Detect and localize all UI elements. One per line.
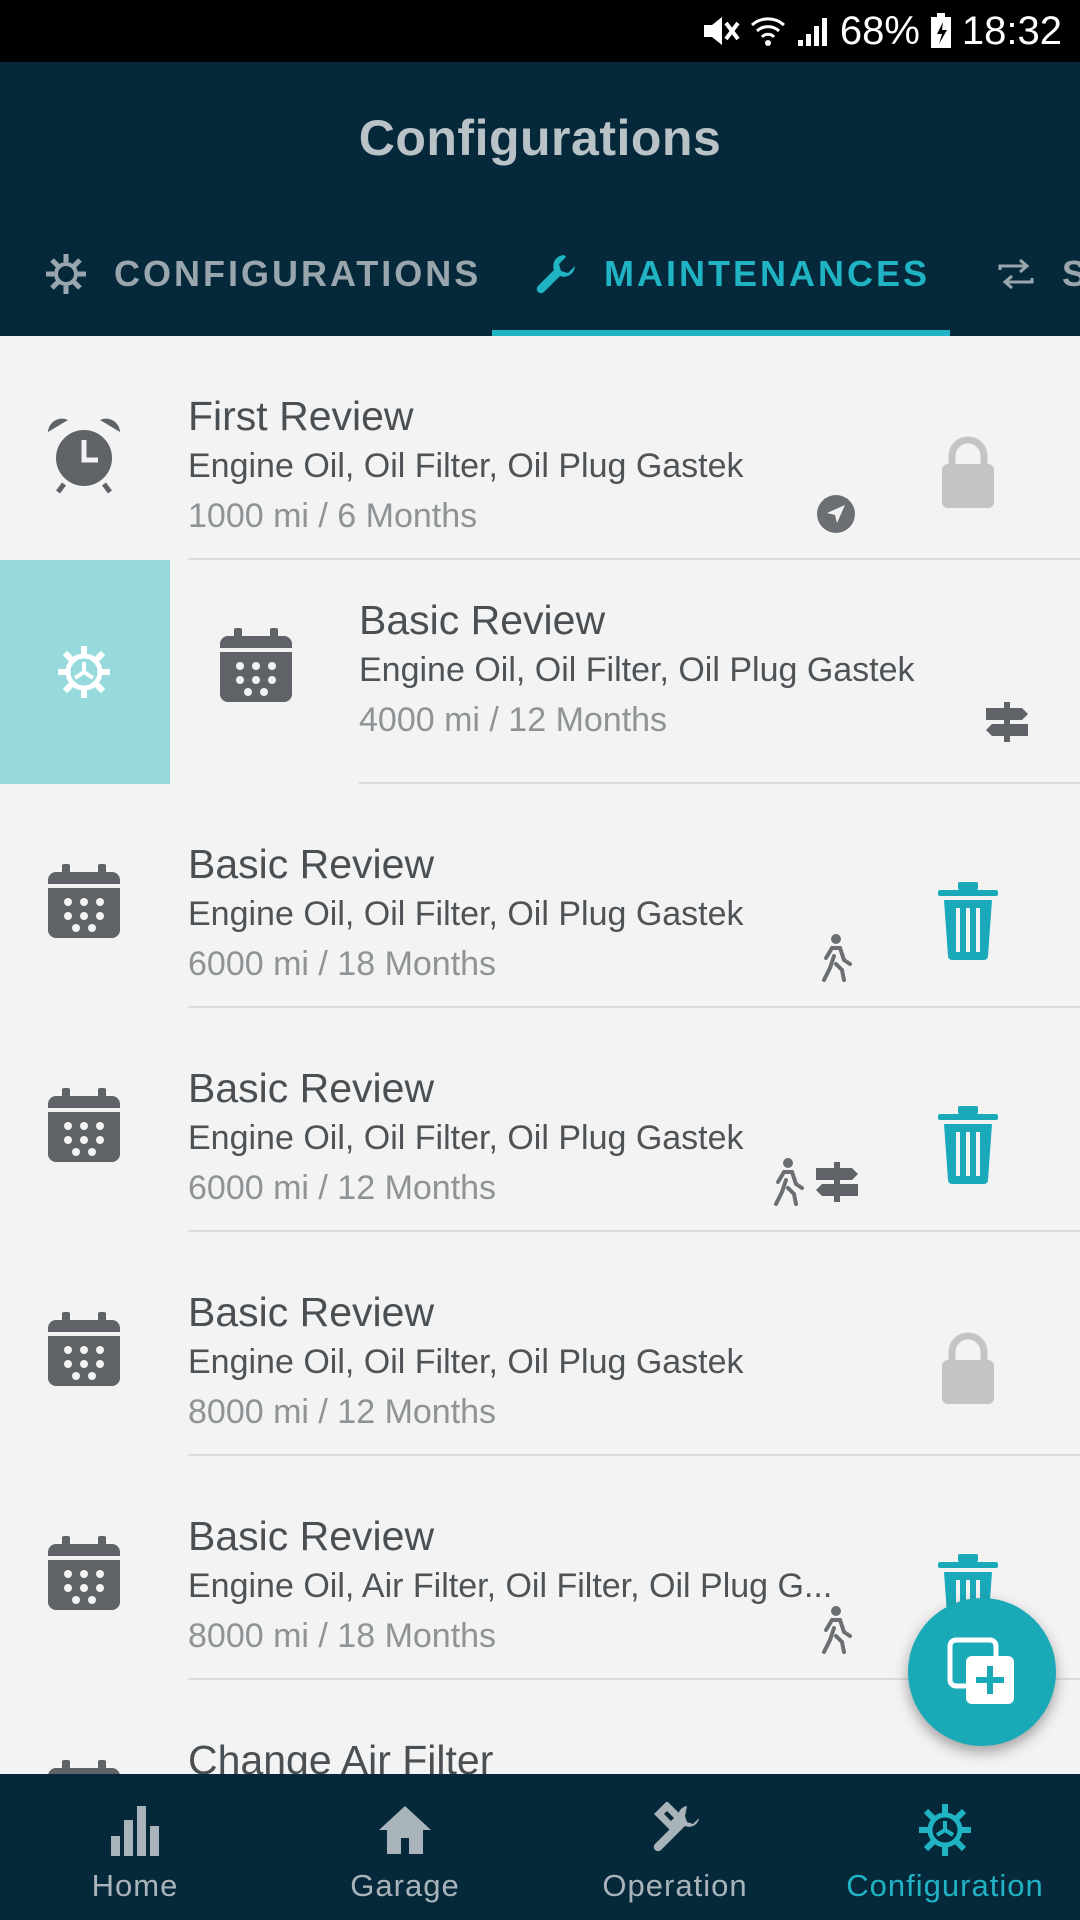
calendar-icon [48, 1760, 120, 1774]
swiped-row-content: Basic Review Engine Oil, Oil Filter, Oil… [170, 560, 1080, 784]
tab-label: S [1062, 253, 1080, 294]
calendar-icon [48, 1536, 120, 1610]
item-interval: 1000 mi / 6 Months [188, 497, 478, 535]
tab-label: MAINTENANCES [604, 253, 931, 294]
tab-partial[interactable]: S [996, 212, 1080, 336]
calendar-icon [48, 1088, 120, 1162]
nav-configuration[interactable]: Configuration [810, 1774, 1080, 1920]
tab-label: CONFIGURATIONS [114, 253, 482, 294]
navigation-icon [817, 495, 855, 533]
page-title: Configurations [358, 110, 722, 166]
battery-percent: 68% [839, 8, 920, 53]
item-parts: Engine Oil, Oil Filter, Oil Plug Gastek [188, 447, 744, 485]
signal-icon [797, 18, 827, 46]
item-title: Basic Review [188, 1065, 435, 1111]
item-parts: Engine Oil, Air Filter, Oil Filter, Oil … [188, 1567, 833, 1605]
tools-icon [653, 1802, 699, 1852]
gear-icon [919, 1804, 971, 1856]
item-interval: 4000 mi / 12 Months [359, 701, 668, 739]
app-bar: Configurations CONFIGURATIONS MAINTENANC… [0, 62, 1080, 336]
lock-icon [942, 436, 994, 508]
item-title: Basic Review [188, 1289, 435, 1335]
add-maintenance-button[interactable] [908, 1598, 1056, 1746]
gear-icon [58, 646, 110, 698]
nav-label: Garage [350, 1868, 460, 1903]
wifi-icon [750, 17, 785, 46]
calendar-icon [48, 1312, 120, 1386]
walking-icon [822, 934, 852, 982]
nav-home[interactable]: Home [0, 1774, 270, 1920]
item-badges [816, 494, 856, 534]
tab-configurations[interactable]: CONFIGURATIONS [44, 212, 481, 336]
list-item-swiped[interactable]: Basic Review Engine Oil, Oil Filter, Oil… [0, 560, 1080, 784]
lock-icon [942, 1332, 994, 1404]
list-item[interactable]: Basic Review Engine Oil, Oil Filter, Oil… [0, 784, 1080, 1008]
item-title: Basic Review [188, 1513, 435, 1559]
list-item[interactable]: Basic Review Engine Oil, Oil Filter, Oil… [0, 1232, 1080, 1456]
status-bar: 68% 18:32 [0, 0, 1080, 62]
list-item[interactable]: First Review Engine Oil, Oil Filter, Oil… [0, 336, 1080, 560]
item-title: Basic Review [359, 597, 606, 643]
item-parts: Engine Oil, Oil Filter, Oil Plug Gastek [188, 1343, 744, 1381]
trash-icon[interactable] [936, 1106, 1000, 1184]
nav-label: Home [91, 1868, 179, 1903]
item-interval: 8000 mi / 18 Months [188, 1617, 497, 1655]
tab-maintenances[interactable]: MAINTENANCES [534, 212, 930, 336]
maintenance-list: First Review Engine Oil, Oil Filter, Oil… [0, 336, 1080, 1774]
item-badges [818, 934, 852, 982]
item-title: First Review [188, 393, 414, 439]
calendar-icon [220, 628, 292, 702]
calendar-icon [48, 864, 120, 938]
alarm-clock-icon [48, 418, 120, 494]
repeat-icon [998, 258, 1034, 290]
battery-icon [930, 13, 951, 48]
nav-label: Operation [602, 1868, 748, 1903]
nav-label: Configuration [846, 1868, 1044, 1903]
signpost-icon [816, 1162, 858, 1202]
trash-icon[interactable] [936, 882, 1000, 960]
item-parts: Engine Oil, Oil Filter, Oil Plug Gastek [359, 651, 915, 689]
wrench-icon [536, 255, 575, 294]
walking-icon [774, 1158, 804, 1206]
list-item[interactable]: Basic Review Engine Oil, Oil Filter, Oil… [0, 1008, 1080, 1232]
nav-operation[interactable]: Operation [540, 1774, 810, 1920]
bottom-navigation: Home Garage Operation Configuration [0, 1774, 1080, 1920]
signpost-icon [986, 702, 1028, 742]
item-parts: Engine Oil, Oil Filter, Oil Plug Gastek [188, 1119, 744, 1157]
mute-icon [703, 17, 740, 45]
item-badges [818, 1606, 852, 1654]
item-parts: Engine Oil, Oil Filter, Oil Plug Gastek [188, 895, 744, 933]
item-interval: 6000 mi / 18 Months [188, 945, 497, 983]
item-badges [770, 1158, 860, 1206]
clock: 18:32 [961, 8, 1062, 53]
house-icon [379, 1806, 431, 1854]
item-interval: 6000 mi / 12 Months [188, 1169, 497, 1207]
gear-icon [46, 254, 86, 294]
item-title: Basic Review [188, 841, 435, 887]
swipe-action-configure[interactable] [0, 560, 170, 784]
item-title: Change Air Filter [188, 1737, 494, 1774]
item-interval: 8000 mi / 12 Months [188, 1393, 497, 1431]
bar-chart-icon [111, 1806, 159, 1856]
nav-garage[interactable]: Garage [270, 1774, 540, 1920]
tab-bar: CONFIGURATIONS MAINTENANCES S [0, 212, 1080, 336]
item-badges [984, 700, 1030, 744]
walking-icon [822, 1606, 852, 1654]
add-copy-icon [947, 1637, 1014, 1704]
